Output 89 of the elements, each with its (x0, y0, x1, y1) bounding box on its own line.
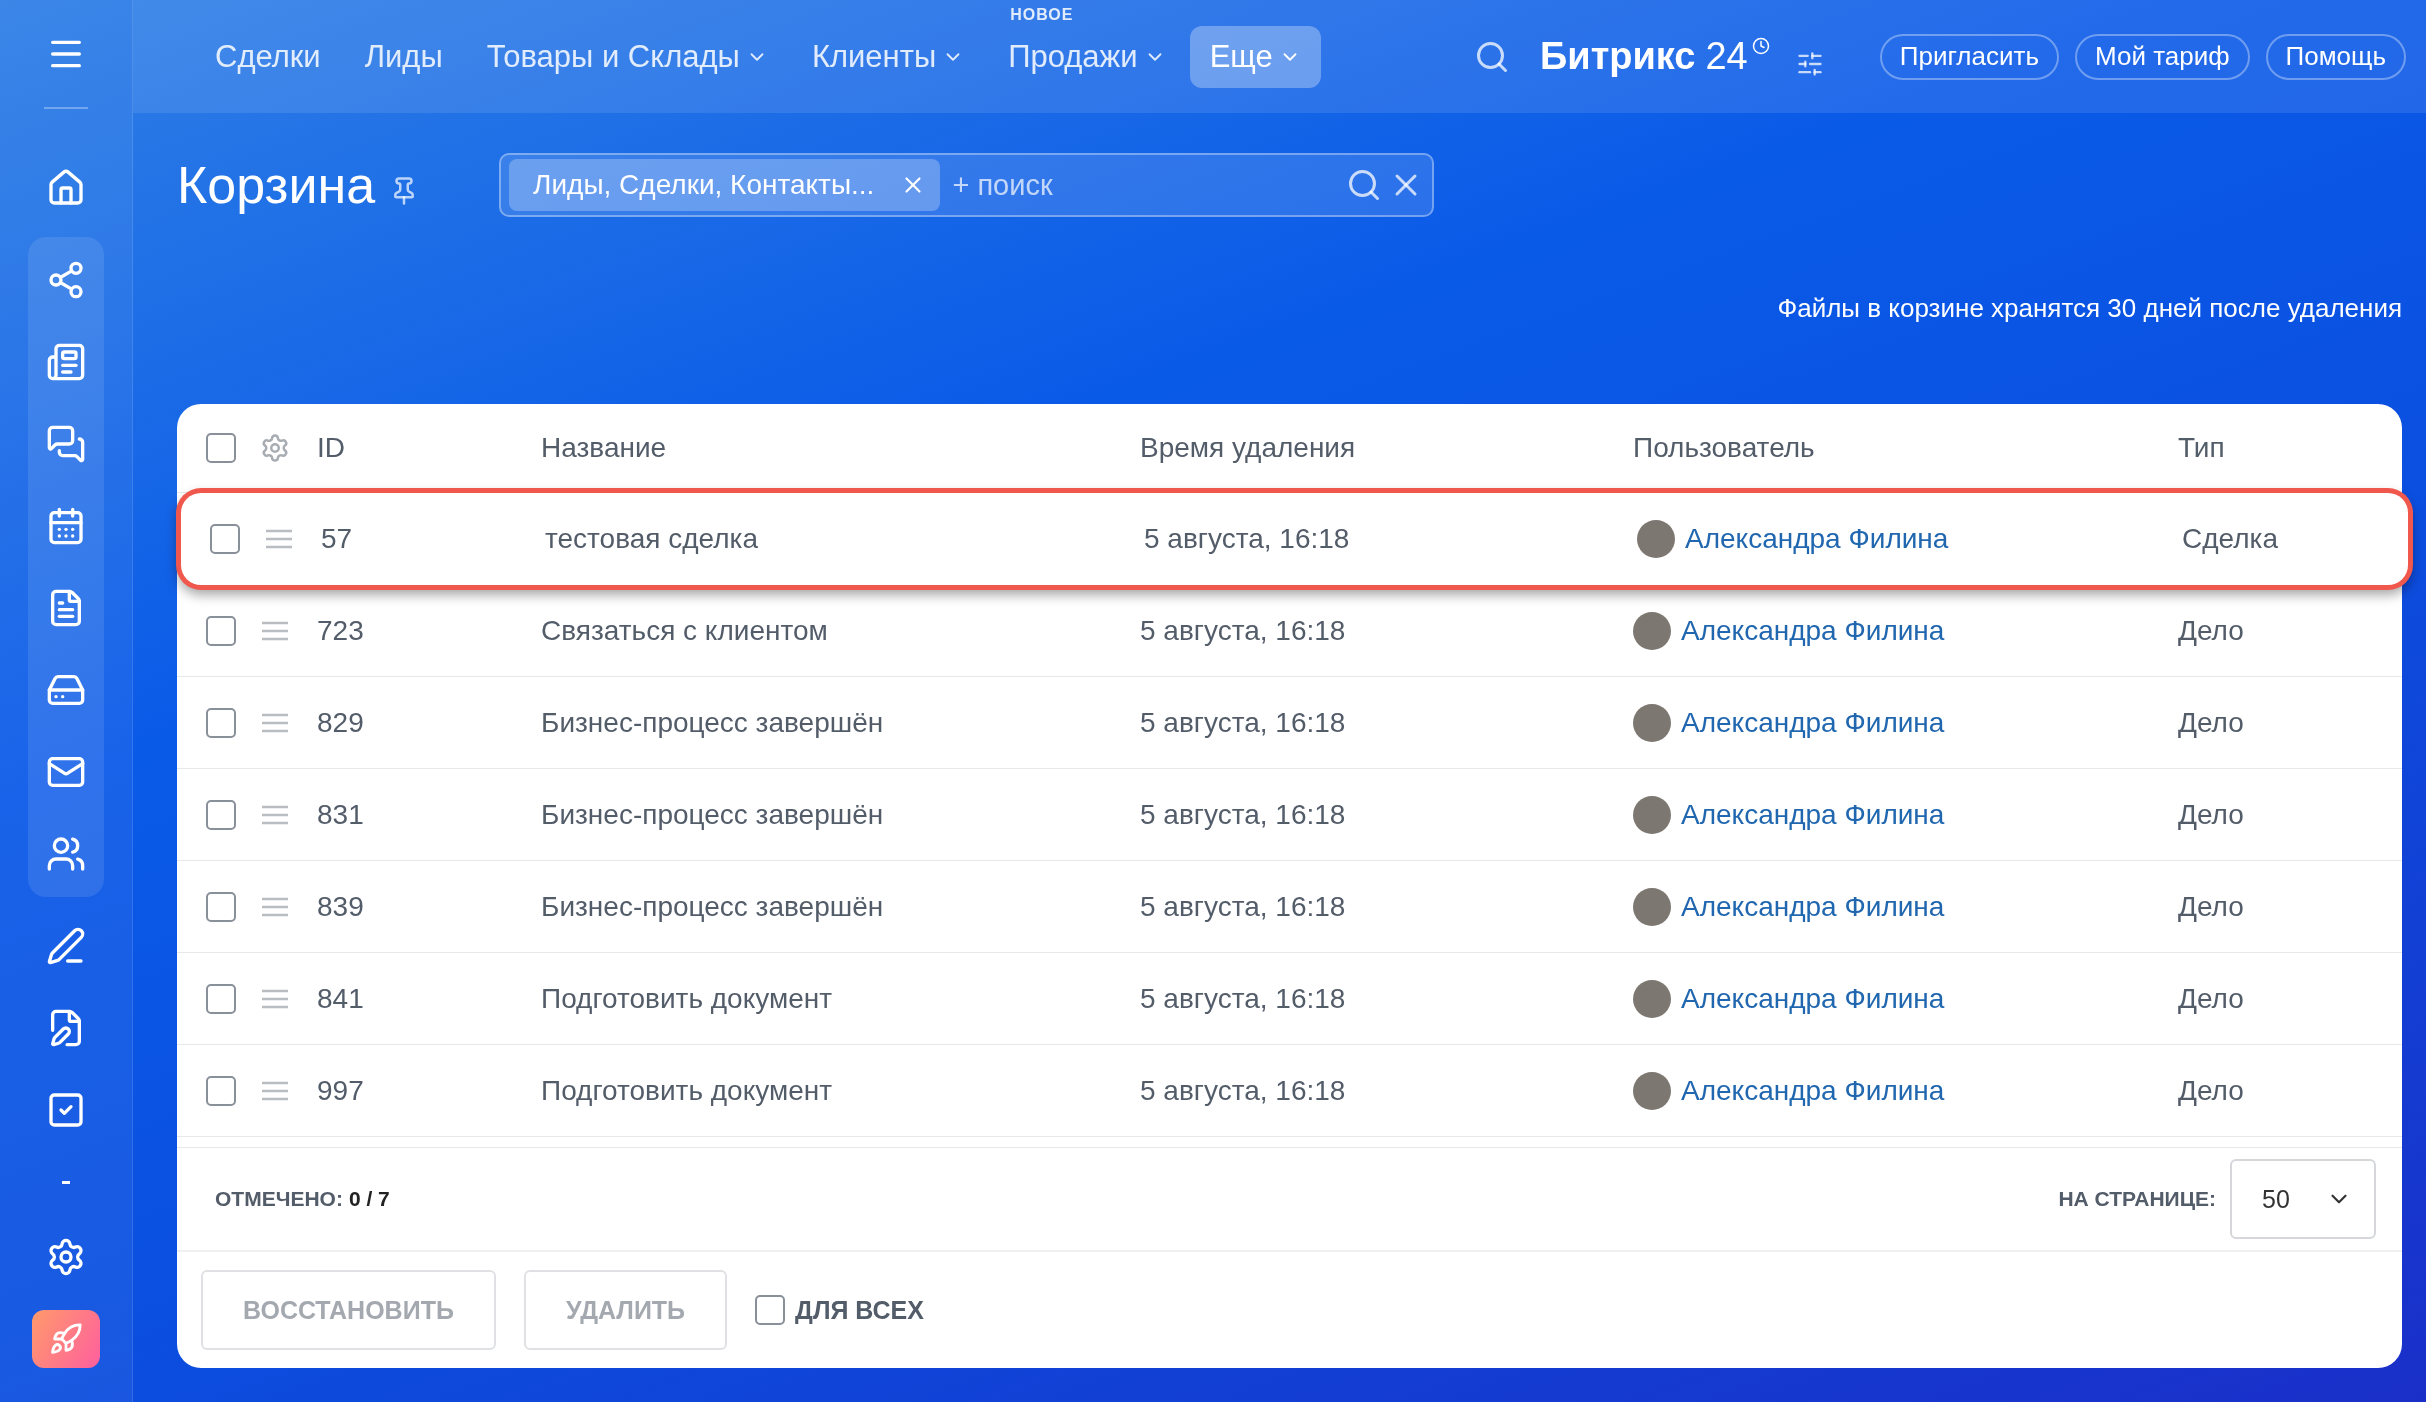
table-cell-text: Дело (2178, 614, 2245, 647)
nav-tab[interactable]: Продажи (988, 25, 1186, 88)
people-icon[interactable] (46, 834, 86, 874)
column-header[interactable]: ID (317, 432, 541, 464)
per-page-select[interactable]: 50 (2230, 1159, 2376, 1239)
table-cell-text: Подготовить документ (541, 1074, 834, 1107)
select-all-checkbox[interactable] (206, 433, 236, 463)
table-cell-text: тестовая сделка (545, 522, 759, 555)
per-page-label: НА СТРАНИЦЕ: (2058, 1187, 2216, 1211)
user-link[interactable]: Александра Филина (1681, 706, 1945, 739)
user-link[interactable]: Александра Филина (1681, 614, 1945, 647)
table-cell-text: 839 (317, 890, 365, 923)
header-button[interactable]: Пригласить (1879, 33, 2059, 80)
brand-number: 24 (1705, 35, 1748, 78)
table-cell-text: 5 августа, 16:18 (1140, 890, 1347, 923)
selected-label: ОТМЕЧЕНО: (215, 1187, 343, 1211)
user-link[interactable]: Александра Филина (1681, 982, 1945, 1015)
column-header[interactable]: Время удаления (1140, 432, 1633, 464)
avatar (1633, 703, 1671, 742)
brand-name: Битрикс (1539, 35, 1696, 78)
table-cell-text: 841 (317, 982, 365, 1015)
table-cell-text: 997 (317, 1074, 365, 1107)
table-cell-text: 5 августа, 16:18 (1144, 522, 1351, 555)
table-cell-text: Связаться с клиентом (541, 614, 829, 647)
table-cell-text: 57 (321, 522, 354, 555)
table-cell-text: Дело (2178, 706, 2245, 739)
table-cell-text: Бизнес-процесс завершён (541, 706, 885, 739)
filter-chip-label: Лиды, Сделки, Контакты... (533, 169, 875, 201)
row-checkbox[interactable] (206, 707, 236, 738)
pen-icon[interactable] (46, 926, 86, 966)
rocket-icon (49, 1322, 83, 1356)
info-text: Файлы в корзине хранятся 30 дней после удаления (1777, 293, 2402, 324)
nav-tab[interactable]: Лиды (344, 25, 463, 88)
header-button[interactable]: Мой тариф (2074, 33, 2250, 80)
nav-tab[interactable]: Сделки (195, 25, 341, 88)
row-checkbox[interactable] (206, 615, 236, 646)
user-link[interactable]: Александра Филина (1681, 890, 1945, 923)
sliders-icon[interactable] (1795, 49, 1824, 78)
nav-tab[interactable]: Товары и Склады (466, 25, 788, 88)
checkbox-icon[interactable] (46, 1090, 86, 1130)
table-cell-text: 5 августа, 16:18 (1140, 982, 1347, 1015)
page-title: Корзина (177, 155, 376, 215)
clock-icon (1751, 37, 1770, 55)
table-cell-text: 5 августа, 16:18 (1140, 706, 1347, 739)
row-checkbox[interactable] (206, 983, 236, 1014)
new-label: НОВОЕ (1010, 5, 1074, 24)
home-icon[interactable] (46, 168, 86, 208)
avatar (1633, 979, 1671, 1018)
avatar (1633, 887, 1671, 926)
table-cell-text: Подготовить документ (541, 982, 834, 1015)
table-cell-text: Бизнес-процесс завершён (541, 798, 885, 831)
avatar (1637, 519, 1675, 558)
chat-bubbles-icon[interactable] (46, 424, 86, 464)
row-checkbox[interactable] (206, 799, 236, 830)
nav-tab[interactable]: Клиенты (791, 25, 985, 88)
checkbox-label: ДЛЯ ВСЕХ (795, 1295, 924, 1325)
document-list-icon[interactable] (46, 342, 86, 382)
table-cell-text: 831 (317, 798, 365, 831)
avatar (1633, 1071, 1671, 1110)
circle-nodes-icon[interactable] (46, 260, 86, 300)
table-cell-text: Дело (2178, 890, 2245, 923)
dash-mark (62, 1181, 70, 1184)
column-header[interactable]: Название (541, 432, 1140, 464)
user-link[interactable]: Александра Филина (1681, 798, 1945, 831)
table-cell-text: 5 августа, 16:18 (1140, 614, 1347, 647)
avatar (1633, 795, 1671, 834)
table-cell-text: 723 (317, 614, 365, 647)
table-cell-text: Дело (2178, 982, 2245, 1015)
avatar (1633, 611, 1671, 650)
header-button[interactable]: Помощь (2265, 33, 2406, 80)
table-cell-text: Сделка (2182, 522, 2279, 555)
table-cell-text: 5 августа, 16:18 (1140, 1074, 1347, 1107)
table-cell-text: Бизнес-процесс завершён (541, 890, 885, 923)
row-checkbox[interactable] (210, 523, 240, 554)
settings-icon[interactable] (46, 1237, 86, 1277)
table-cell-text: Дело (2178, 1074, 2245, 1107)
user-link[interactable]: Александра Филина (1685, 522, 1949, 555)
selected-count: 0 / 7 (348, 1187, 390, 1211)
column-header[interactable]: Тип (2178, 432, 2402, 464)
rocket-button[interactable] (32, 1310, 100, 1368)
table-cell-text: 829 (317, 706, 365, 739)
table-cell-text: Дело (2178, 798, 2245, 831)
row-checkbox[interactable] (206, 891, 236, 922)
table-cell-text: 5 августа, 16:18 (1140, 798, 1347, 831)
row-checkbox[interactable] (206, 1075, 236, 1106)
for-all-checkbox[interactable] (755, 1295, 786, 1325)
user-link[interactable]: Александра Филина (1681, 1074, 1945, 1107)
column-header[interactable]: Пользователь (1633, 432, 2178, 464)
calendar-icon[interactable] (46, 506, 86, 546)
